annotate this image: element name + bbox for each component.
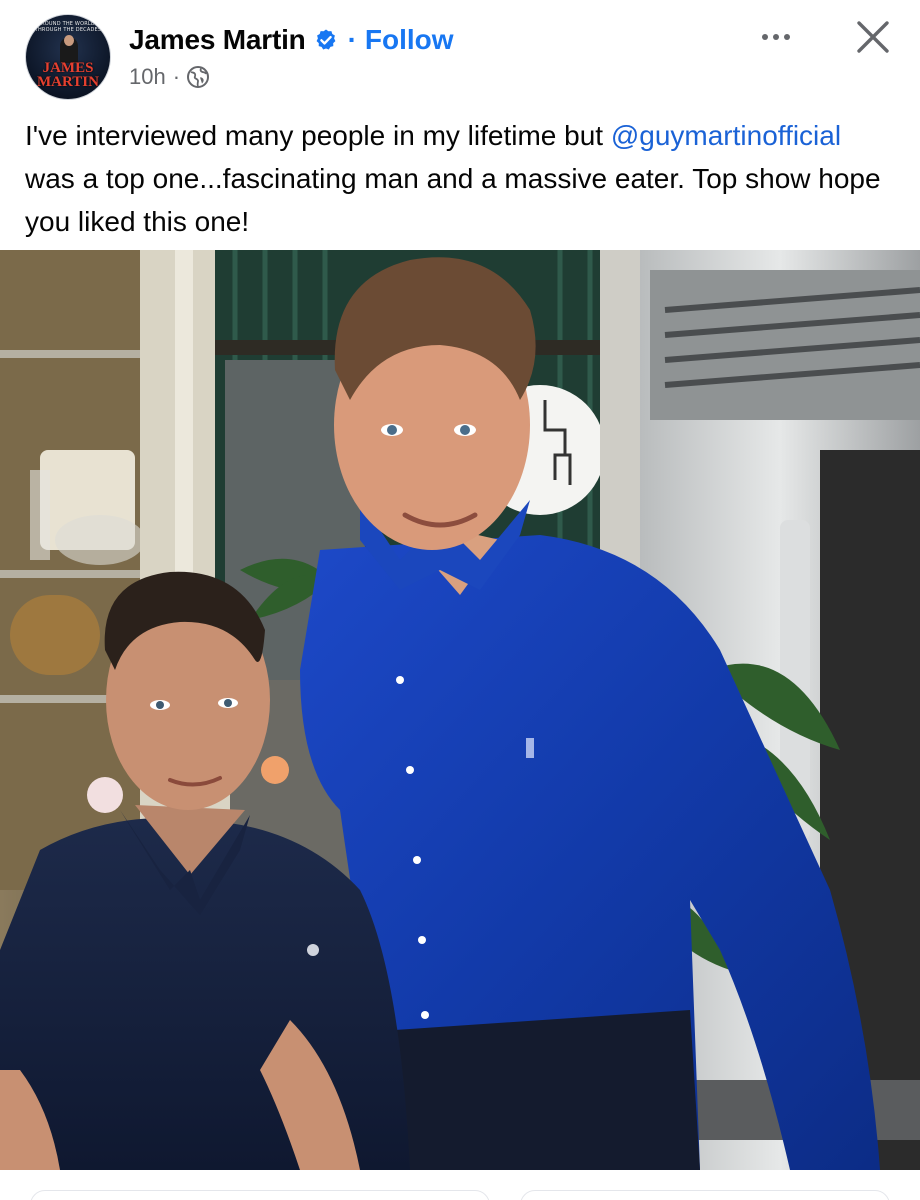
- author-name[interactable]: James Martin: [129, 24, 306, 56]
- more-dot: [784, 34, 790, 40]
- caption-text-start: I've interviewed many people in my lifet…: [25, 120, 611, 151]
- globe-icon[interactable]: [186, 65, 210, 89]
- reaction-pill[interactable]: [30, 1190, 490, 1200]
- mention-link[interactable]: @guymartinofficial: [611, 120, 841, 151]
- verified-badge-icon: [316, 29, 335, 50]
- bottom-strip: [0, 1170, 920, 1200]
- post-header: AROUND THE WORLD · THROUGH THE DECADES J…: [0, 0, 920, 110]
- share-pill[interactable]: [520, 1190, 890, 1200]
- avatar-face: [64, 35, 74, 46]
- caption-text-end: was a top one...fascinating man and a ma…: [25, 163, 881, 237]
- avatar-top-text: AROUND THE WORLD · THROUGH THE DECADES: [34, 21, 102, 33]
- author-name-row: James Martin · Follow: [129, 20, 454, 60]
- more-dot: [762, 34, 768, 40]
- post-meta: 10h ·: [129, 62, 210, 92]
- more-dot: [773, 34, 779, 40]
- author-avatar[interactable]: AROUND THE WORLD · THROUGH THE DECADES J…: [25, 14, 111, 100]
- follow-separator: ·: [347, 24, 357, 55]
- close-icon[interactable]: [852, 16, 894, 58]
- avatar-name-text: JAMES MARTIN: [37, 60, 99, 90]
- meta-separator: ·: [172, 64, 181, 89]
- post-caption: I've interviewed many people in my lifet…: [25, 114, 895, 243]
- post-photo[interactable]: [0, 250, 920, 1170]
- facebook-post: AROUND THE WORLD · THROUGH THE DECADES J…: [0, 0, 920, 1200]
- post-timestamp[interactable]: 10h: [129, 64, 166, 90]
- follow-button[interactable]: Follow: [365, 24, 454, 56]
- photo-illustration: [0, 250, 920, 1170]
- more-options-icon[interactable]: [752, 22, 800, 52]
